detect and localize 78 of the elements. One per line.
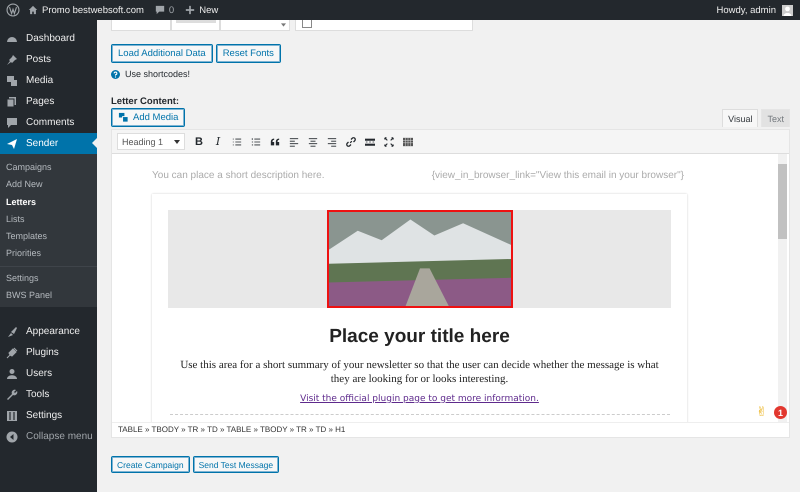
submenu-item[interactable]: Lists: [0, 210, 97, 228]
wordpress-logo-icon[interactable]: [6, 3, 20, 17]
link-icon[interactable]: [346, 136, 356, 146]
submenu-item[interactable]: Add New: [0, 176, 97, 194]
pin-icon: [6, 54, 18, 66]
secondary-button[interactable]: Reset Fonts: [216, 44, 281, 63]
kitchen-sink-icon[interactable]: [403, 136, 413, 146]
italic-button[interactable]: I: [213, 135, 223, 148]
letter-title: Place your title here: [329, 326, 510, 348]
field-label: Letter Content:: [111, 96, 180, 107]
menu-item[interactable]: Pages: [0, 91, 97, 112]
collapse-icon: [6, 430, 18, 443]
bullets-icon[interactable]: [232, 136, 242, 146]
more-icon[interactable]: [365, 136, 375, 146]
caret-icon: [174, 140, 180, 144]
element-path: TABLE » TBODY » TR » TD » TABLE » TBODY » TR » TD » H1: [112, 422, 789, 437]
checkbox[interactable]: [302, 20, 312, 28]
menu-item[interactable]: Users: [0, 363, 97, 384]
home-icon: [28, 5, 38, 15]
submenu-item[interactable]: Campaigns: [0, 159, 97, 176]
caret-icon: [281, 23, 286, 27]
menu-item[interactable]: Dashboard: [0, 28, 97, 49]
collapse-menu-button[interactable]: Collapse menu: [0, 426, 97, 448]
editor-tab[interactable]: Text: [761, 109, 790, 127]
secondary-button[interactable]: Load Additional Data: [111, 44, 213, 63]
media-icon: [118, 112, 129, 123]
menu-item[interactable]: Tools: [0, 384, 97, 406]
speech-bubble-icon: [154, 5, 165, 15]
secondary-button[interactable]: Send Test Message: [192, 456, 280, 473]
comments-link[interactable]: 0: [154, 4, 174, 16]
align-center-icon[interactable]: [308, 136, 318, 146]
plus-icon: [185, 5, 196, 15]
add-media-button[interactable]: Add Media: [111, 108, 186, 127]
dropdown-field[interactable]: [220, 20, 290, 31]
plane-icon: [6, 138, 18, 150]
menu-item[interactable]: Posts: [0, 49, 97, 70]
browser-link-shortcode: {view_in_browser_link="View this email in your browser"}: [432, 170, 684, 181]
plug-icon: [6, 346, 18, 359]
comment-icon: [6, 116, 18, 128]
menu-item[interactable]: Plugins: [0, 342, 97, 364]
menu-item[interactable]: Sender: [0, 133, 97, 154]
wrench-icon: [6, 388, 18, 401]
format-dropdown[interactable]: Heading 1: [117, 133, 185, 150]
plugin-page-link[interactable]: Visit the official plugin page to get more information.: [300, 394, 539, 404]
letter-summary: Use this area for a short summary of your newsletter so that the user can decide whether the message is what they are looking for or looks interesting.: [179, 358, 660, 386]
scrollbar[interactable]: [778, 154, 787, 422]
align-left-icon[interactable]: [289, 136, 299, 146]
submenu-item[interactable]: Letters: [0, 194, 97, 211]
submenu-item[interactable]: Templates: [0, 228, 97, 246]
avatar-icon[interactable]: [782, 4, 793, 16]
description-text: You can place a short description here.: [152, 170, 325, 181]
new-link[interactable]: New: [185, 4, 218, 16]
menu-item[interactable]: Media: [0, 70, 97, 91]
photo-placeholder[interactable]: [326, 210, 512, 308]
quote-icon[interactable]: [270, 136, 280, 146]
align-right-icon[interactable]: [327, 136, 337, 146]
select-field[interactable]: [171, 20, 220, 31]
fullscreen-icon[interactable]: [384, 136, 394, 146]
numbers-icon[interactable]: [251, 136, 261, 146]
menu-item[interactable]: Comments: [0, 112, 97, 133]
notification-badge[interactable]: 1: [774, 406, 787, 419]
bold-button[interactable]: B: [194, 136, 204, 148]
user-icon: [6, 368, 18, 380]
secondary-button[interactable]: Create Campaign: [111, 456, 190, 473]
help-icon[interactable]: [111, 70, 120, 78]
site-link[interactable]: Promo bestwebsoft.com: [28, 4, 144, 16]
submenu-item[interactable]: BWS Panel: [0, 287, 97, 304]
editor-tab[interactable]: Visual: [722, 109, 758, 127]
menu-item[interactable]: Settings: [0, 405, 97, 426]
account-link[interactable]: Howdy, admin: [716, 4, 776, 16]
brush-icon: [6, 326, 18, 338]
input-field[interactable]: [111, 20, 171, 31]
pages-icon: [6, 96, 18, 108]
submenu-item[interactable]: Priorities: [0, 245, 97, 263]
media-icon: [6, 74, 18, 86]
submenu-item[interactable]: Settings: [0, 270, 97, 288]
shortcodes-hint: Use shortcodes!: [125, 69, 190, 79]
menu-item[interactable]: Appearance: [0, 321, 97, 342]
